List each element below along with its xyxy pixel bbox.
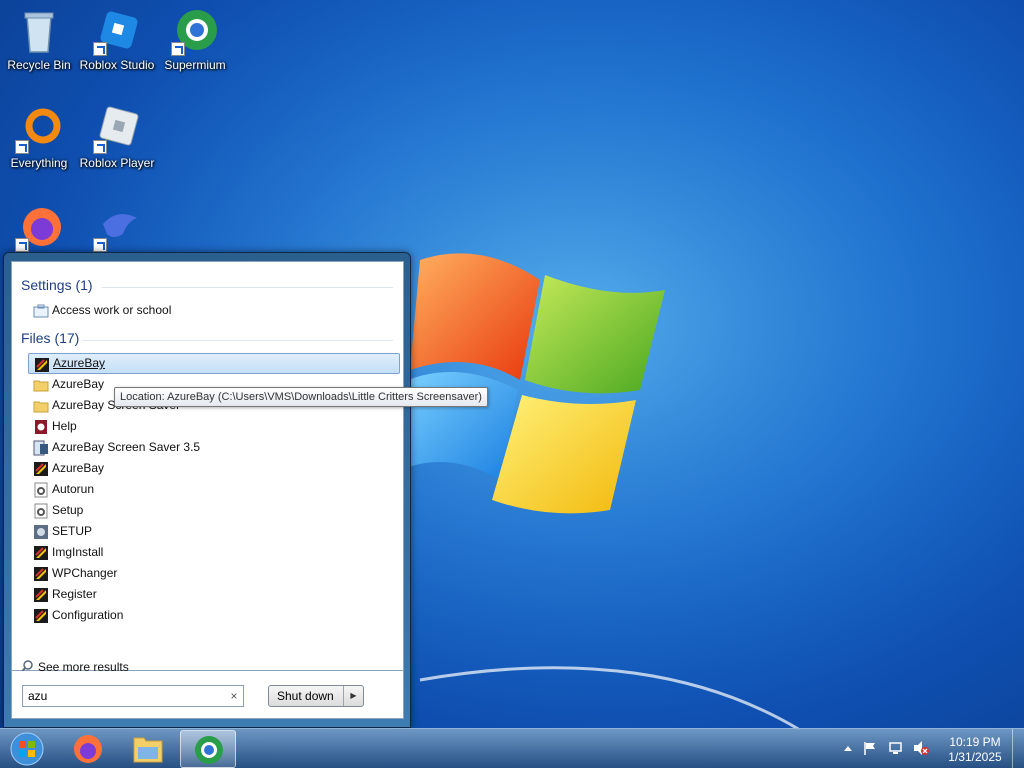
screensaver-icon (33, 587, 49, 603)
everything-icon (15, 106, 63, 154)
desktop-icon-everything[interactable]: Everything (0, 106, 78, 170)
start-button[interactable] (8, 731, 46, 767)
shortcut-arrow-icon (93, 42, 107, 56)
result-file-item[interactable]: AzureBay Screen Saver 3.5 (28, 437, 400, 458)
group-divider (82, 340, 393, 341)
supermium-icon (195, 736, 223, 764)
show-desktop-button[interactable] (1012, 729, 1024, 768)
desktop-icon-roblox-studio[interactable]: Roblox Studio (78, 8, 156, 72)
screensaver-icon (33, 545, 49, 561)
shut-down-label: Shut down (277, 689, 334, 703)
screensaver-icon (33, 608, 49, 624)
action-center-flag-icon[interactable] (862, 740, 878, 756)
result-file-item[interactable]: SETUP (28, 521, 400, 542)
group-title-settings: Settings (1) (21, 277, 93, 293)
folder-icon (33, 398, 49, 414)
settings-file-icon (33, 482, 49, 498)
desktop-icon-label: Supermium (164, 58, 226, 72)
recycle-bin-icon (15, 8, 63, 56)
desktop-icon-roblox-player[interactable]: Roblox Player (78, 106, 156, 170)
result-file-item[interactable]: WPChanger (28, 563, 400, 584)
desktop-icon-label: Recycle Bin (7, 58, 71, 72)
folder-icon (33, 377, 49, 393)
screensaver-icon (34, 357, 50, 373)
location-tooltip: Location: AzureBay (C:\Users\VMS\Downloa… (114, 387, 488, 407)
installer-icon (33, 440, 49, 456)
result-file-item[interactable]: Help (28, 416, 400, 437)
shut-down-options-arrow-icon[interactable]: ▶ (343, 686, 363, 706)
clear-search-icon[interactable]: × (226, 687, 242, 705)
taskbar-clock[interactable]: 10:19 PM 1/31/2025 (940, 735, 1010, 765)
clock-date: 1/31/2025 (948, 750, 1002, 764)
firefox-icon (74, 735, 102, 763)
result-file-item[interactable]: Autorun (28, 479, 400, 500)
firefox-icon (15, 204, 63, 252)
briefcase-icon (33, 303, 49, 319)
result-file-item[interactable]: Setup (28, 500, 400, 521)
result-file-item[interactable]: AzureBay (28, 458, 400, 479)
desktop-icon-firefox[interactable] (0, 204, 78, 254)
desktop-icon-label: Roblox Studio (79, 58, 155, 72)
roblox-studio-icon (93, 8, 141, 56)
taskbar-supermium[interactable] (180, 730, 236, 768)
start-search-input[interactable] (22, 685, 244, 707)
system-tray: 10:19 PM 1/31/2025 (840, 729, 1024, 768)
result-access-work-or-school[interactable]: Access work or school (28, 300, 400, 321)
taskbar-file-explorer[interactable] (120, 730, 176, 768)
start-menu: Settings (1) Access work or school Files… (3, 252, 411, 728)
search-results-pane: Settings (1) Access work or school Files… (11, 261, 404, 674)
shortcut-arrow-icon (15, 140, 29, 154)
clock-time: 10:19 PM (949, 735, 1001, 749)
shortcut-arrow-icon (171, 42, 185, 56)
desktop-icon-bird-app[interactable] (78, 204, 156, 254)
volume-muted-icon[interactable] (912, 740, 930, 756)
show-hidden-icons-icon[interactable] (842, 741, 854, 755)
shut-down-button[interactable]: Shut down ▶ (268, 685, 364, 707)
result-file-item[interactable]: Register (28, 584, 400, 605)
network-icon[interactable] (888, 740, 904, 756)
desktop-icon-label: Roblox Player (79, 156, 155, 170)
shortcut-arrow-icon (93, 140, 107, 154)
desktop-icon-label: Everything (10, 156, 68, 170)
screensaver-icon (33, 566, 49, 582)
desktop-icon-recycle-bin[interactable]: Recycle Bin (0, 8, 78, 72)
setup-exe-icon (33, 524, 49, 540)
group-title-files: Files (17) (21, 330, 80, 346)
result-file-item[interactable]: ImgInstall (28, 542, 400, 563)
desktop-icon-supermium[interactable]: Supermium (156, 8, 234, 72)
help-file-icon (33, 419, 49, 435)
bird-app-icon (93, 204, 141, 252)
taskbar: 10:19 PM 1/31/2025 (0, 728, 1024, 768)
settings-file-icon (33, 503, 49, 519)
shortcut-arrow-icon (93, 238, 107, 252)
shortcut-arrow-icon (15, 238, 29, 252)
result-file-item[interactable]: AzureBay (28, 353, 400, 374)
group-divider (102, 287, 393, 288)
taskbar-firefox[interactable] (60, 730, 116, 768)
search-bar-pane: × Shut down ▶ (11, 671, 404, 719)
screensaver-icon (33, 461, 49, 477)
supermium-icon (171, 8, 219, 56)
result-file-item[interactable]: Configuration (28, 605, 400, 626)
roblox-player-icon (93, 106, 141, 154)
file-explorer-icon (133, 737, 163, 763)
